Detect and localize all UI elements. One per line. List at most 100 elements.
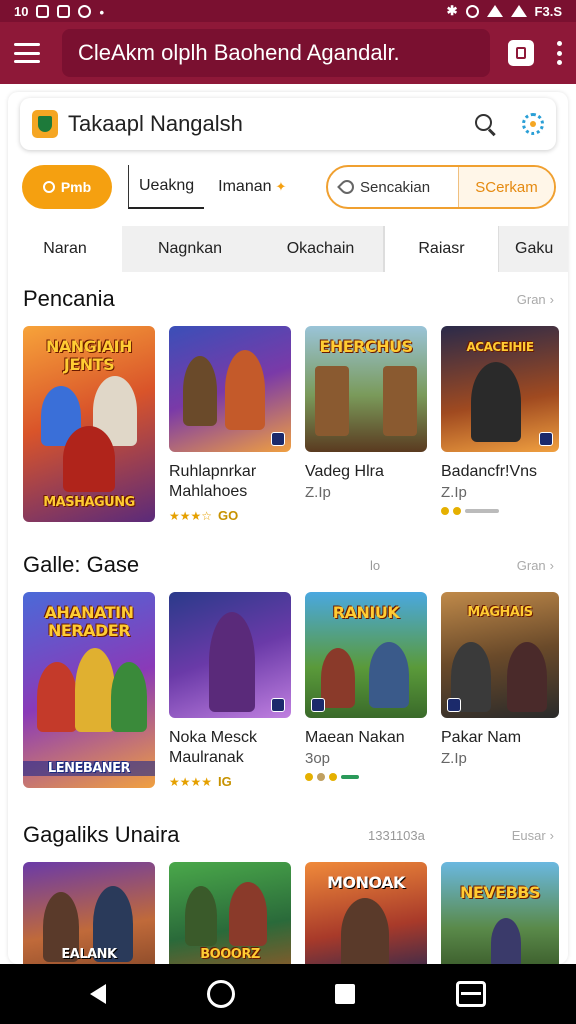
more-notif-icon: • [99, 4, 105, 20]
status-bar: 10 • ✱ F3.S [0, 0, 576, 22]
progress-dots [441, 507, 559, 515]
orange-pill-label: Pmb [60, 179, 92, 195]
recents-icon[interactable] [335, 984, 356, 1004]
outline-left-label: Sencakian [360, 178, 431, 196]
alarm-icon [465, 4, 479, 18]
section-galle-gase: Galle: Gase lo Gran › AHANATIN NERADER L… [8, 550, 568, 789]
outline-right-option[interactable]: SCerkam [458, 167, 554, 207]
game-art: EHERCHUS [305, 326, 427, 452]
search-small-icon [42, 181, 55, 193]
section-title: Pencania [23, 286, 115, 311]
see-more-label: Gran [516, 291, 546, 307]
category-tab[interactable]: Raiasr [384, 226, 498, 272]
game-card[interactable]: NEVEBBS [441, 862, 559, 964]
home-icon[interactable] [206, 980, 235, 1008]
game-art: ACACEIHIE [441, 326, 559, 452]
outline-left-option[interactable]: Sencakian [328, 167, 458, 207]
game-card[interactable]: RANIUK Maean Nakan 3op [305, 592, 427, 789]
rating: ★★★★ IG [169, 774, 291, 789]
app-logo-icon [32, 110, 58, 138]
game-art-title: ACACEIHIE [466, 340, 534, 354]
game-title: Pakar Nam [441, 729, 522, 746]
search-bar[interactable]: Takaapl Nangalsh [20, 98, 556, 150]
game-art-subtitle: EALANK [61, 947, 117, 962]
rating-label: IG [218, 774, 232, 789]
progress-dots [305, 773, 427, 781]
toolbox-icon[interactable] [455, 981, 486, 1007]
chevron-right-icon: › [549, 557, 554, 573]
game-art [169, 592, 291, 718]
section-gagaliks-unaira: Gagaliks Unaira 1331103a Eusar › EALANK … [8, 820, 568, 964]
wifi-icon [486, 5, 503, 17]
see-more-link[interactable]: Gran › [517, 558, 554, 573]
see-more-link[interactable]: Eusar › [512, 828, 554, 843]
orange-filter-pill[interactable]: Pmb [22, 165, 112, 209]
game-card[interactable]: AHANATIN NERADER LENEBANER [23, 592, 155, 789]
category-tab[interactable]: Okachain [258, 226, 384, 272]
see-more-label: Gran [516, 557, 546, 573]
back-icon[interactable] [90, 984, 107, 1004]
rating: ★★★☆ GO [169, 508, 291, 523]
game-title: Maean Nakan [305, 729, 405, 746]
settings-gear-icon[interactable] [522, 113, 544, 135]
sync-icon [78, 4, 92, 18]
app-title[interactable]: CleAkm olplh Baohend Agandalr. [62, 29, 490, 77]
platform-badge-icon [271, 432, 285, 446]
game-art: BOOORZ [169, 862, 291, 964]
game-art-title: EHERCHUS [319, 337, 413, 356]
sim-icon [36, 4, 50, 18]
tab-plain[interactable]: Imanan ✦ [218, 178, 286, 196]
category-tab[interactable]: Naran [8, 226, 122, 272]
game-subtitle: Z.Ip [441, 750, 467, 767]
game-art-title: AHANATIN NERADER [44, 603, 134, 640]
chevron-right-icon: › [549, 291, 554, 307]
tab-active[interactable]: Ueakng [128, 165, 205, 209]
status-time: 10 [14, 3, 29, 19]
stars-icon: ★★★☆ [169, 508, 213, 523]
system-nav-bar [0, 964, 576, 1024]
filter-row: Pmb Ueakng Imanan ✦ Sencakian SCerkam [22, 164, 556, 210]
game-card[interactable]: Noka Mesck Maulranak ★★★★ IG [169, 592, 291, 789]
game-art: NEVEBBS [441, 862, 559, 964]
section-mid-text: lo [370, 558, 381, 573]
category-tab[interactable]: Gaku [498, 226, 568, 272]
category-tab[interactable]: Nagnkan [122, 226, 258, 272]
game-art: MAGHAIS [441, 592, 559, 718]
game-card[interactable]: ACACEIHIE Badancfr!Vns Z.Ip [441, 326, 559, 523]
game-art-title: MONOAK [327, 873, 405, 892]
overflow-menu-icon[interactable] [556, 41, 562, 65]
pen-icon [337, 177, 357, 197]
game-card[interactable]: EALANK [23, 862, 155, 964]
platform-badge-icon [447, 698, 461, 712]
game-card[interactable]: NANGIAIH JENTS MASHAGUNG [23, 326, 155, 523]
see-more-link[interactable]: Gran › [517, 292, 554, 307]
platform-badge-icon [539, 432, 553, 446]
search-icon[interactable] [474, 113, 496, 135]
music-icon [57, 4, 71, 18]
stars-icon: ★★★★ [169, 774, 213, 789]
game-subtitle: Z.Ip [305, 484, 331, 501]
menu-icon[interactable] [14, 43, 40, 63]
category-tabs: Naran Nagnkan Okachain Raiasr Gaku [8, 226, 568, 272]
game-card[interactable]: MONOAK [305, 862, 427, 964]
section-mid-text: 1331103a [368, 828, 425, 843]
game-subtitle: Z.Ip [441, 484, 467, 501]
game-card[interactable]: BOOORZ [169, 862, 291, 964]
shopping-bag-icon[interactable] [508, 40, 534, 66]
game-title: Badancfr!Vns [441, 463, 538, 480]
game-art: NANGIAIH JENTS MASHAGUNG [23, 326, 155, 522]
game-card[interactable]: EHERCHUS Vadeg Hlra Z.Ip [305, 326, 427, 523]
game-art: RANIUK [305, 592, 427, 718]
game-card[interactable]: Ruhlapnrkar Mahlahoes ★★★☆ GO [169, 326, 291, 523]
spark-icon: ✦ [275, 179, 287, 194]
game-art-subtitle: MASHAGUNG [43, 495, 135, 510]
game-art-subtitle: BOOORZ [200, 947, 260, 962]
game-title: Ruhlapnrkar Mahlahoes [169, 463, 257, 500]
tab-plain-label: Imanan [218, 178, 272, 195]
see-more-label: Eusar [511, 827, 546, 843]
battery-text: F3.S [534, 3, 562, 19]
game-art-title: MAGHAIS [467, 605, 533, 620]
game-card[interactable]: MAGHAIS Pakar Nam Z.Ip [441, 592, 559, 789]
game-title: Vadeg Hlra [305, 463, 384, 480]
section-title: Gagaliks Unaira [23, 822, 180, 847]
